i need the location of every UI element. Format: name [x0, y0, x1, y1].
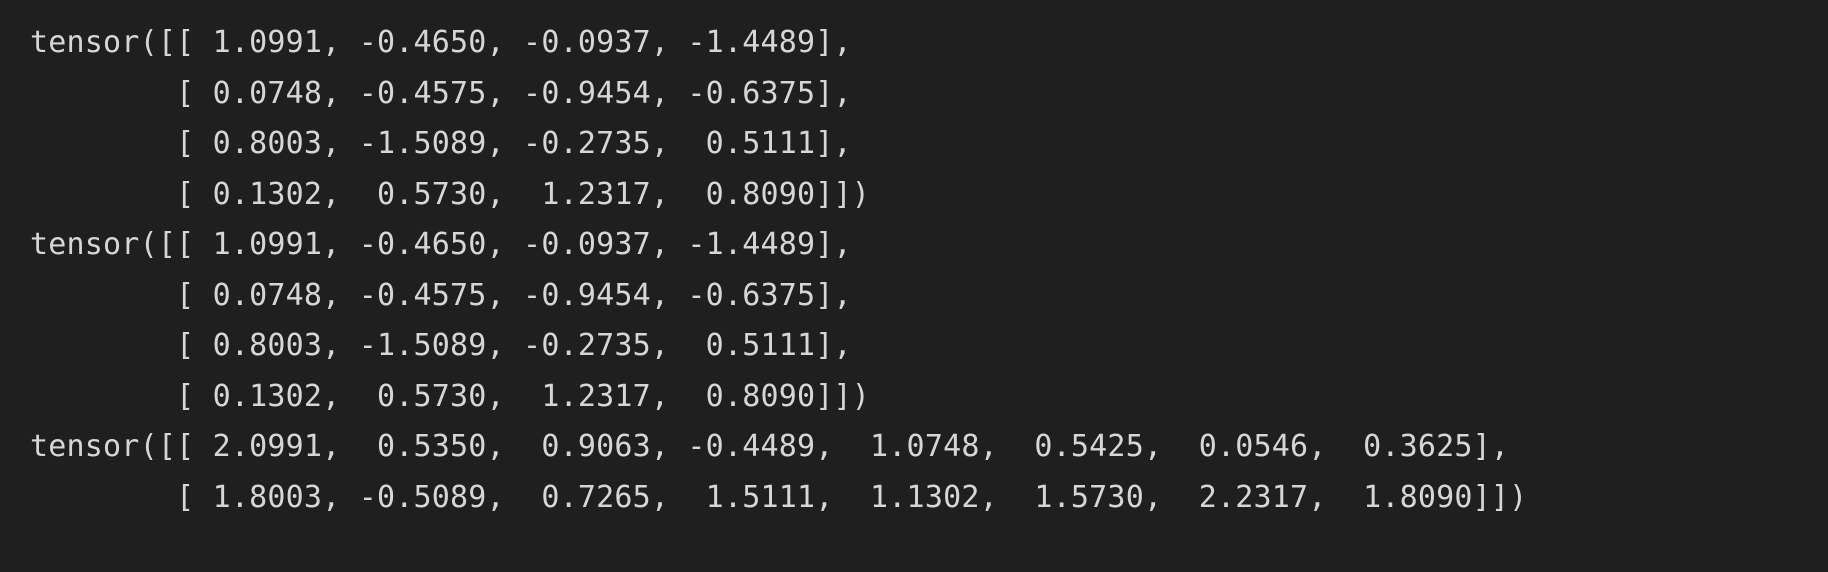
output-line: [ 0.8003, -1.5089, -0.2735, 0.5111], [30, 328, 852, 363]
output-line: tensor([[ 1.0991, -0.4650, -0.0937, -1.4… [30, 227, 852, 262]
output-line: [ 0.8003, -1.5089, -0.2735, 0.5111], [30, 126, 852, 161]
output-line: [ 0.0748, -0.4575, -0.9454, -0.6375], [30, 75, 852, 111]
output-line: tensor([[ 2.0991, 0.5350, 0.9063, -0.448… [30, 429, 1510, 464]
output-line: tensor([[ 1.0991, -0.4650, -0.0937, -1.4… [30, 25, 852, 60]
output-line: [ 0.0748, -0.4575, -0.9454, -0.6375], [30, 277, 852, 313]
terminal-output: tensor([[ 1.0991, -0.4650, -0.0937, -1.4… [0, 0, 1828, 572]
output-line: [ 0.1302, 0.5730, 1.2317, 0.8090]]) [30, 378, 871, 414]
output-line: [ 1.8003, -0.5089, 0.7265, 1.5111, 1.130… [30, 479, 1528, 515]
output-line: [ 0.1302, 0.5730, 1.2317, 0.8090]]) [30, 176, 871, 212]
